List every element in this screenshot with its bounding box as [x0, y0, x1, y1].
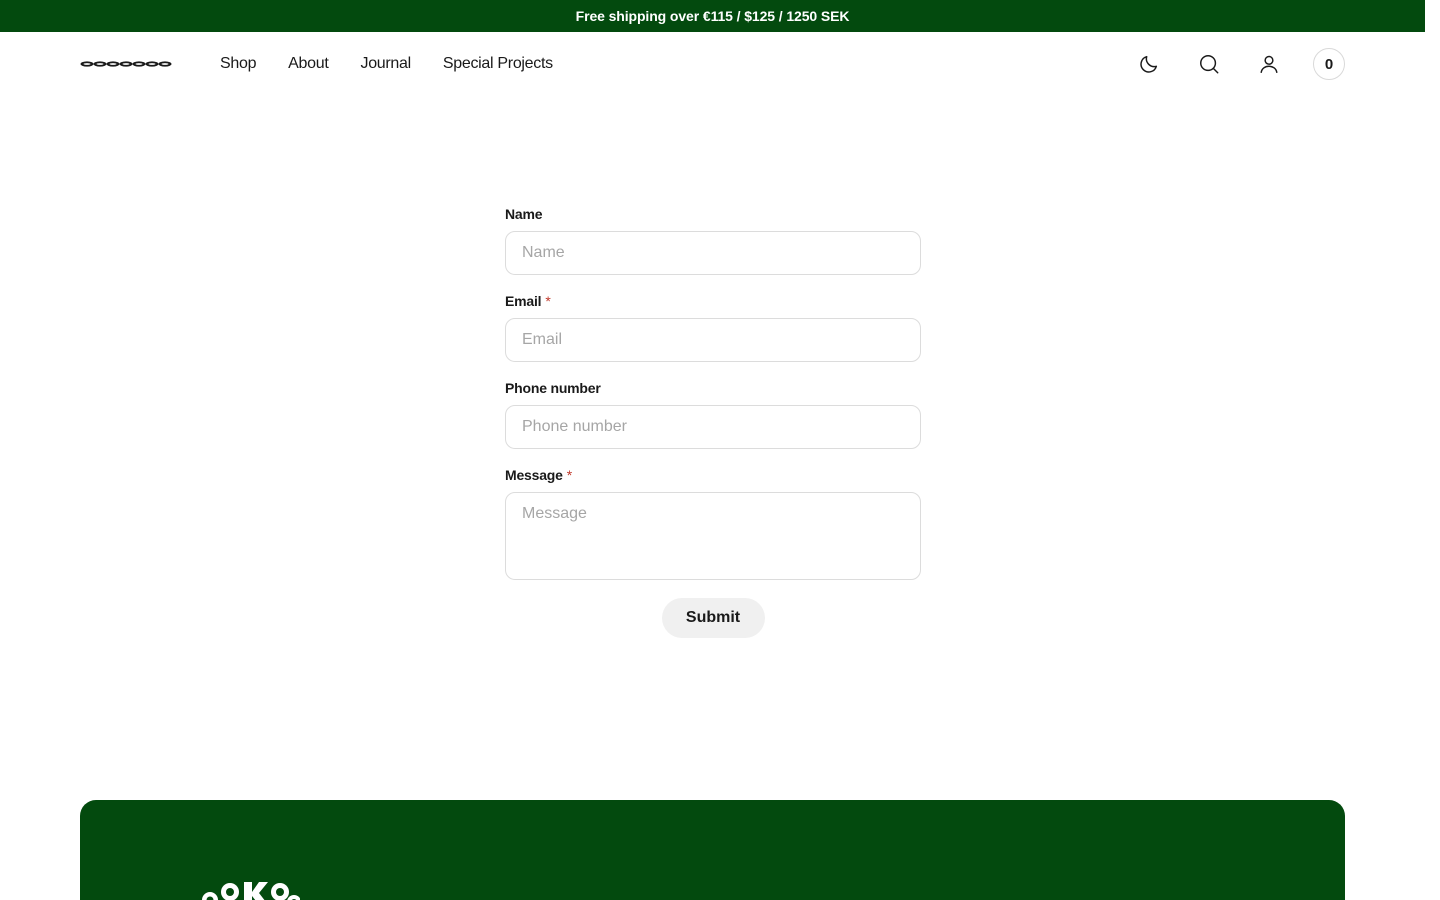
message-label-text: Message [505, 467, 563, 483]
name-input[interactable] [505, 231, 921, 275]
moon-icon [1140, 55, 1158, 73]
nav-item-journal[interactable]: Journal [361, 55, 412, 73]
cart-count: 0 [1324, 55, 1334, 73]
theme-toggle-button[interactable] [1133, 48, 1165, 80]
name-label: Name [505, 206, 921, 223]
search-icon [1200, 55, 1219, 74]
email-field-group: Email * [505, 293, 921, 362]
phone-input[interactable] [505, 405, 921, 449]
search-button[interactable] [1193, 48, 1225, 80]
message-textarea[interactable] [505, 492, 921, 580]
brand-logo[interactable] [80, 58, 172, 70]
account-button[interactable] [1253, 48, 1285, 80]
brand-wordmark-icon [80, 61, 172, 67]
phone-label-text: Phone number [505, 380, 601, 396]
announcement-text: Free shipping over €115 / $125 / 1250 SE… [575, 8, 850, 24]
email-label-text: Email [505, 293, 542, 309]
user-icon [1260, 55, 1278, 73]
phone-label: Phone number [505, 380, 921, 397]
nav-item-special-projects[interactable]: Special Projects [443, 55, 553, 73]
footer-brand-logo-icon [202, 882, 301, 900]
nav-item-about[interactable]: About [288, 55, 329, 73]
email-label: Email * [505, 293, 921, 310]
name-field-group: Name [505, 206, 921, 275]
announcement-bar: Free shipping over €115 / $125 / 1250 SE… [0, 0, 1425, 32]
main-nav: Shop About Journal Special Projects [220, 32, 553, 96]
submit-wrap: Submit [505, 598, 921, 638]
nav-item-shop[interactable]: Shop [220, 55, 256, 73]
site-header: Shop About Journal Special Projects 0 [0, 32, 1425, 96]
contact-form: Name Email* Phone number Message* Submit [505, 206, 921, 638]
phone-field-group: Phone number [505, 380, 921, 449]
submit-button[interactable]: Submit [661, 598, 765, 638]
email-input[interactable] [505, 318, 921, 362]
cart-button[interactable]: 0 [1313, 48, 1345, 80]
site-footer [80, 800, 1345, 900]
required-marker: * [566, 467, 572, 483]
message-label: Message * [505, 467, 921, 484]
header-actions: 0 [1133, 32, 1345, 96]
name-label-text: Name [505, 206, 543, 222]
footer-logo [200, 878, 301, 900]
message-field-group: Message * [505, 467, 921, 580]
required-marker: * [545, 293, 551, 309]
